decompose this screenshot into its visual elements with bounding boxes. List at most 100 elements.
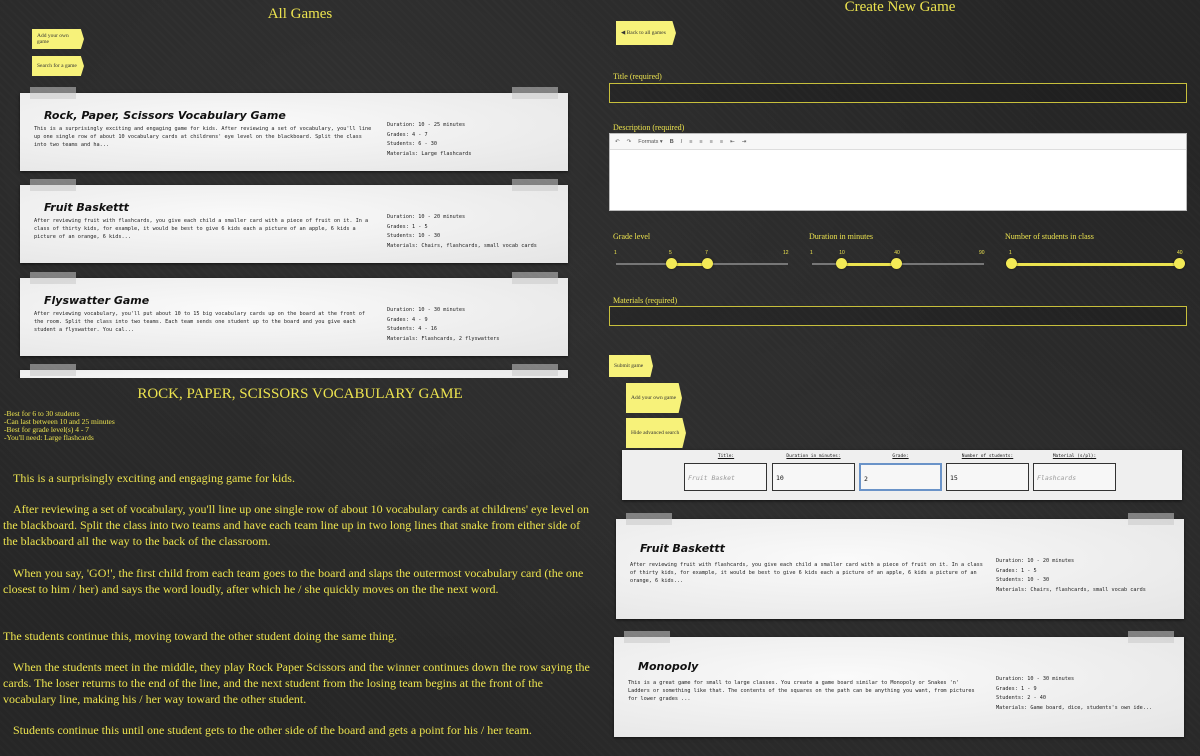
bold-icon[interactable]: B (669, 139, 675, 145)
game-grades: Grades: 4 - 7 (387, 131, 428, 138)
title-label: Title (required) (613, 72, 662, 81)
search-label-duration: Duration in minutes: (786, 454, 841, 459)
game-facts: -Best for 6 to 30 students -Can last bet… (4, 410, 115, 442)
game-title[interactable]: Fruit Baskettt (640, 542, 725, 555)
duration-range (841, 262, 897, 266)
grade-low-value: 5 (669, 250, 672, 256)
grade-high-handle[interactable] (701, 258, 713, 269)
search-label-title: Title: (717, 454, 735, 459)
grade-label: Grade level (613, 232, 651, 241)
editor-toolbar: ↶ ↷ Formats ▾ B I ≡ ≡ ≡ ≡ ⇤ ⇥ (610, 134, 1186, 150)
duration-label: Duration in minutes (809, 232, 873, 241)
create-game-view: Create New Game ◀ Back to all games Titl… (600, 0, 1200, 378)
students-label: Number of students in class (1005, 232, 1094, 241)
duration-max: 90 (979, 250, 985, 256)
duration-low-handle[interactable] (835, 258, 847, 269)
align-center-icon[interactable]: ≡ (698, 139, 703, 145)
game-meta: Duration: 10 - 30 minutes Grades: 1 - 9 … (996, 675, 1152, 713)
game-description: After reviewing fruit with flashcards, y… (34, 218, 369, 240)
formats-dropdown[interactable]: Formats ▾ (637, 139, 663, 145)
paragraph: Students continue this until one student… (13, 723, 532, 737)
game-materials: Materials: Chairs, flashcards, small voc… (387, 242, 537, 249)
duration-high-handle[interactable] (890, 258, 902, 269)
game-card[interactable]: Flyswatter Game After reviewing vocabula… (20, 272, 568, 356)
game-card[interactable]: Fruit Baskettt After reviewing fruit wit… (20, 179, 568, 263)
submit-button[interactable]: Submit game (609, 355, 653, 377)
game-meta: Duration: 10 - 25 minutes Grades: 4 - 7 … (387, 121, 471, 159)
search-grade-input[interactable]: 2 (859, 463, 942, 491)
paragraph: When you say, 'GO!', the first child fro… (3, 566, 584, 596)
game-duration: Duration: 10 - 20 minutes (996, 558, 1075, 564)
duration-high-value: 40 (894, 250, 900, 256)
grade-high-value: 7 (705, 250, 708, 256)
game-duration: Duration: 10 - 20 minutes (387, 214, 466, 220)
game-duration: Duration: 10 - 25 minutes (387, 122, 466, 128)
grade-max: 12 (783, 250, 789, 256)
grade-min: 1 (614, 250, 617, 256)
game-grades: Grades: 1 - 9 (996, 685, 1037, 692)
game-materials: Materials: Chairs, flashcards, small voc… (996, 586, 1146, 593)
back-button[interactable]: ◀ Back to all games (616, 21, 676, 45)
search-duration-input[interactable]: 10 (772, 463, 855, 491)
students-high-value: 40 (1177, 250, 1183, 256)
game-students: Students: 4 - 16 (387, 326, 437, 332)
students-high-handle[interactable] (1173, 258, 1185, 269)
indent-icon[interactable]: ⇥ (741, 139, 748, 145)
game-title[interactable]: Fruit Baskettt (44, 201, 129, 214)
add-game-button[interactable]: Add your own game (32, 29, 84, 49)
game-card[interactable]: Monopoly This is a great game for small … (614, 631, 1184, 737)
game-card[interactable]: Fruit Baskettt After reviewing fruit wit… (616, 513, 1184, 619)
undo-icon[interactable]: ↶ (614, 139, 621, 145)
hide-search-button[interactable]: Hide advanced search (626, 418, 686, 448)
search-material-input[interactable]: Flashcards (1033, 463, 1116, 491)
paragraph: The students continue this, moving towar… (3, 629, 397, 643)
game-detail-view: ROCK, PAPER, SCISSORS VOCABULARY GAME -B… (0, 378, 600, 756)
align-left-icon[interactable]: ≡ (688, 139, 693, 145)
game-description: After reviewing fruit with flashcards, y… (630, 562, 983, 584)
game-title[interactable]: Flyswatter Game (44, 294, 149, 307)
materials-label: Materials (required) (613, 296, 678, 305)
game-students: Students: 10 - 30 (996, 577, 1050, 583)
game-card[interactable]: Rock, Paper, Scissors Vocabulary Game Th… (20, 87, 568, 171)
italic-icon[interactable]: I (680, 139, 684, 145)
outdent-icon[interactable]: ⇤ (729, 139, 736, 145)
students-low-value: 1 (1009, 250, 1012, 256)
all-games-view: All Games Add your own game Search for a… (0, 0, 600, 378)
search-title-input[interactable]: Fruit Basket (684, 463, 767, 491)
page-title: Create New Game (844, 0, 956, 15)
title-input[interactable] (609, 83, 1187, 103)
game-title[interactable]: Rock, Paper, Scissors Vocabulary Game (44, 109, 286, 122)
game-card[interactable] (20, 364, 568, 378)
game-students: Students: 10 - 30 (387, 233, 441, 239)
game-materials: Materials: Large flashcards (387, 150, 472, 157)
students-range (1011, 262, 1179, 266)
game-detail-title: ROCK, PAPER, SCISSORS VOCABULARY GAME (137, 386, 463, 402)
game-description: This is a surprisingly exciting and enga… (34, 126, 372, 148)
search-label-students: Number of students: (961, 454, 1014, 459)
page-title: All Games (267, 6, 333, 22)
game-meta: Duration: 10 - 20 minutes Grades: 1 - 5 … (387, 213, 537, 251)
align-right-icon[interactable]: ≡ (709, 139, 714, 145)
game-materials: Materials: Game board, dice, students's … (996, 704, 1153, 711)
redo-icon[interactable]: ↷ (626, 139, 633, 145)
paragraph: When the students meet in the middle, th… (3, 660, 590, 706)
game-materials: Materials: Flashcards, 2 flyswatters (387, 335, 500, 342)
game-title[interactable]: Monopoly (638, 660, 698, 673)
paragraph: This is a surprisingly exciting and enga… (13, 471, 295, 485)
add-game-button[interactable]: Add your own game (626, 383, 682, 413)
search-game-button[interactable]: Search for a game (32, 56, 84, 76)
description-editor[interactable]: ↶ ↷ Formats ▾ B I ≡ ≡ ≡ ≡ ⇤ ⇥ (609, 133, 1187, 211)
game-grades: Grades: 4 - 9 (387, 316, 428, 323)
students-low-handle[interactable] (1005, 258, 1017, 269)
game-description: This is a great game for small to large … (628, 680, 975, 702)
search-view: Add your own game Hide advanced search T… (600, 378, 1200, 756)
game-grades: Grades: 1 - 5 (996, 567, 1037, 574)
materials-input[interactable] (609, 306, 1187, 326)
grade-low-handle[interactable] (665, 258, 677, 269)
justify-icon[interactable]: ≡ (719, 139, 724, 145)
game-meta: Duration: 10 - 20 minutes Grades: 1 - 5 … (996, 557, 1146, 595)
paragraph: After reviewing a set of vocabulary, you… (3, 502, 590, 548)
search-students-input[interactable]: 15 (946, 463, 1029, 491)
search-label-material: Material (s/pl): (1052, 454, 1097, 459)
game-students: Students: 6 - 30 (387, 141, 437, 147)
